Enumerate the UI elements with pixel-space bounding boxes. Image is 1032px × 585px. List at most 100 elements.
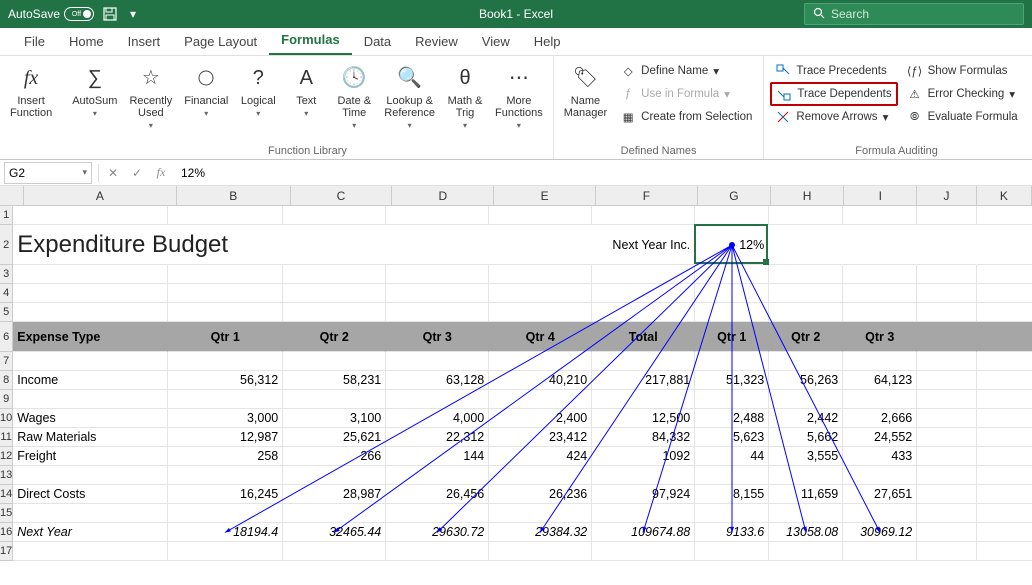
cell[interactable] <box>283 466 386 485</box>
cell[interactable]: Qtr 1 <box>695 322 769 352</box>
cell[interactable] <box>489 390 592 409</box>
more-functions-button[interactable]: ⋯More Functions▾ <box>491 60 547 135</box>
cell[interactable] <box>977 284 1032 303</box>
chevron-down-icon[interactable]: ▾ <box>82 167 87 178</box>
autosave-toggle[interactable]: Off <box>64 7 94 21</box>
cell[interactable]: 16,245 <box>168 485 283 504</box>
cell[interactable]: Income <box>13 371 168 390</box>
cell[interactable] <box>769 225 843 265</box>
cell[interactable] <box>489 504 592 523</box>
cell[interactable]: Next Year <box>13 523 168 542</box>
cell[interactable]: Qtr 3 <box>386 322 489 352</box>
row-header[interactable]: 1 <box>0 206 13 225</box>
cell[interactable] <box>386 542 489 561</box>
cell[interactable]: 32465.44 <box>283 523 386 542</box>
cell[interactable] <box>843 542 917 561</box>
cell[interactable] <box>283 284 386 303</box>
cell[interactable] <box>843 352 917 371</box>
recently-used-button[interactable]: ☆Recently Used▾ <box>125 60 176 135</box>
cell[interactable] <box>13 352 168 371</box>
cell[interactable] <box>769 504 843 523</box>
cell[interactable] <box>168 265 283 284</box>
cell[interactable] <box>283 390 386 409</box>
cell[interactable] <box>489 265 592 284</box>
cell[interactable] <box>283 303 386 322</box>
cell[interactable] <box>592 504 695 523</box>
cell[interactable] <box>917 322 977 352</box>
cell[interactable] <box>917 523 977 542</box>
cell[interactable] <box>386 303 489 322</box>
cell[interactable]: Expense Type <box>13 322 168 352</box>
cell[interactable] <box>283 206 386 225</box>
cell[interactable] <box>917 447 977 466</box>
cell[interactable] <box>13 542 168 561</box>
cell[interactable]: 3,100 <box>283 409 386 428</box>
cell[interactable] <box>917 409 977 428</box>
cell[interactable]: 56,312 <box>168 371 283 390</box>
tab-data[interactable]: Data <box>352 28 403 55</box>
cell[interactable]: 433 <box>843 447 917 466</box>
cell[interactable]: 63,128 <box>386 371 489 390</box>
col-header[interactable]: K <box>977 186 1032 205</box>
name-manager-button[interactable]: 🏷Name Manager <box>560 60 611 123</box>
cell[interactable]: Raw Materials <box>13 428 168 447</box>
cell[interactable]: 3,000 <box>168 409 283 428</box>
tab-file[interactable]: File <box>12 28 57 55</box>
cell[interactable] <box>489 466 592 485</box>
cell[interactable]: 27,651 <box>843 485 917 504</box>
row-header[interactable]: 11 <box>0 428 13 447</box>
cell[interactable]: 5,662 <box>769 428 843 447</box>
cell[interactable]: 30969.12 <box>843 523 917 542</box>
cell[interactable] <box>283 504 386 523</box>
cell[interactable]: Freight <box>13 447 168 466</box>
cell[interactable] <box>489 352 592 371</box>
cell[interactable]: Direct Costs <box>13 485 168 504</box>
cell[interactable] <box>13 265 168 284</box>
cell[interactable] <box>168 206 283 225</box>
cell[interactable] <box>386 466 489 485</box>
cell[interactable]: 51,323 <box>695 371 769 390</box>
cell[interactable] <box>843 265 917 284</box>
cell[interactable] <box>769 390 843 409</box>
create-from-selection-button[interactable]: ▦Create from Selection <box>615 106 757 128</box>
cell[interactable]: 22,312 <box>386 428 489 447</box>
cell[interactable]: 217,881 <box>592 371 695 390</box>
logical-button[interactable]: ?Logical▾ <box>236 60 280 123</box>
cell[interactable]: 84,332 <box>592 428 695 447</box>
tab-help[interactable]: Help <box>522 28 573 55</box>
cell[interactable] <box>13 206 168 225</box>
cell[interactable] <box>843 504 917 523</box>
row-header[interactable]: 6 <box>0 322 13 352</box>
cell[interactable]: 11,659 <box>769 485 843 504</box>
cell[interactable] <box>13 466 168 485</box>
remove-arrows-button[interactable]: Remove Arrows ▾ <box>770 106 897 128</box>
col-header[interactable]: F <box>596 186 698 205</box>
cell[interactable]: 44 <box>695 447 769 466</box>
cell[interactable]: Total <box>592 322 695 352</box>
cell[interactable] <box>13 284 168 303</box>
cell[interactable] <box>977 206 1032 225</box>
evaluate-formula-button[interactable]: ⦾Evaluate Formula <box>902 106 1023 128</box>
cell[interactable] <box>977 542 1032 561</box>
cell[interactable] <box>769 265 843 284</box>
cell[interactable]: 2,666 <box>843 409 917 428</box>
col-header[interactable]: G <box>698 186 771 205</box>
cell[interactable]: 18194.4 <box>168 523 283 542</box>
cell[interactable]: 3,555 <box>769 447 843 466</box>
cell[interactable] <box>977 428 1032 447</box>
col-header[interactable]: B <box>177 186 291 205</box>
cell[interactable] <box>386 504 489 523</box>
tab-insert[interactable]: Insert <box>116 28 173 55</box>
col-header[interactable]: J <box>917 186 976 205</box>
financial-button[interactable]: Financial▾ <box>180 60 232 123</box>
cell[interactable] <box>592 542 695 561</box>
cell[interactable] <box>283 542 386 561</box>
cell[interactable]: 25,621 <box>283 428 386 447</box>
cell[interactable]: 1092 <box>592 447 695 466</box>
define-name-button[interactable]: ◇Define Name ▾ <box>615 60 757 82</box>
cell[interactable]: 266 <box>283 447 386 466</box>
cell[interactable] <box>917 284 977 303</box>
save-icon[interactable] <box>102 6 118 22</box>
cell[interactable]: 109674.88 <box>592 523 695 542</box>
cell[interactable]: 97,924 <box>592 485 695 504</box>
